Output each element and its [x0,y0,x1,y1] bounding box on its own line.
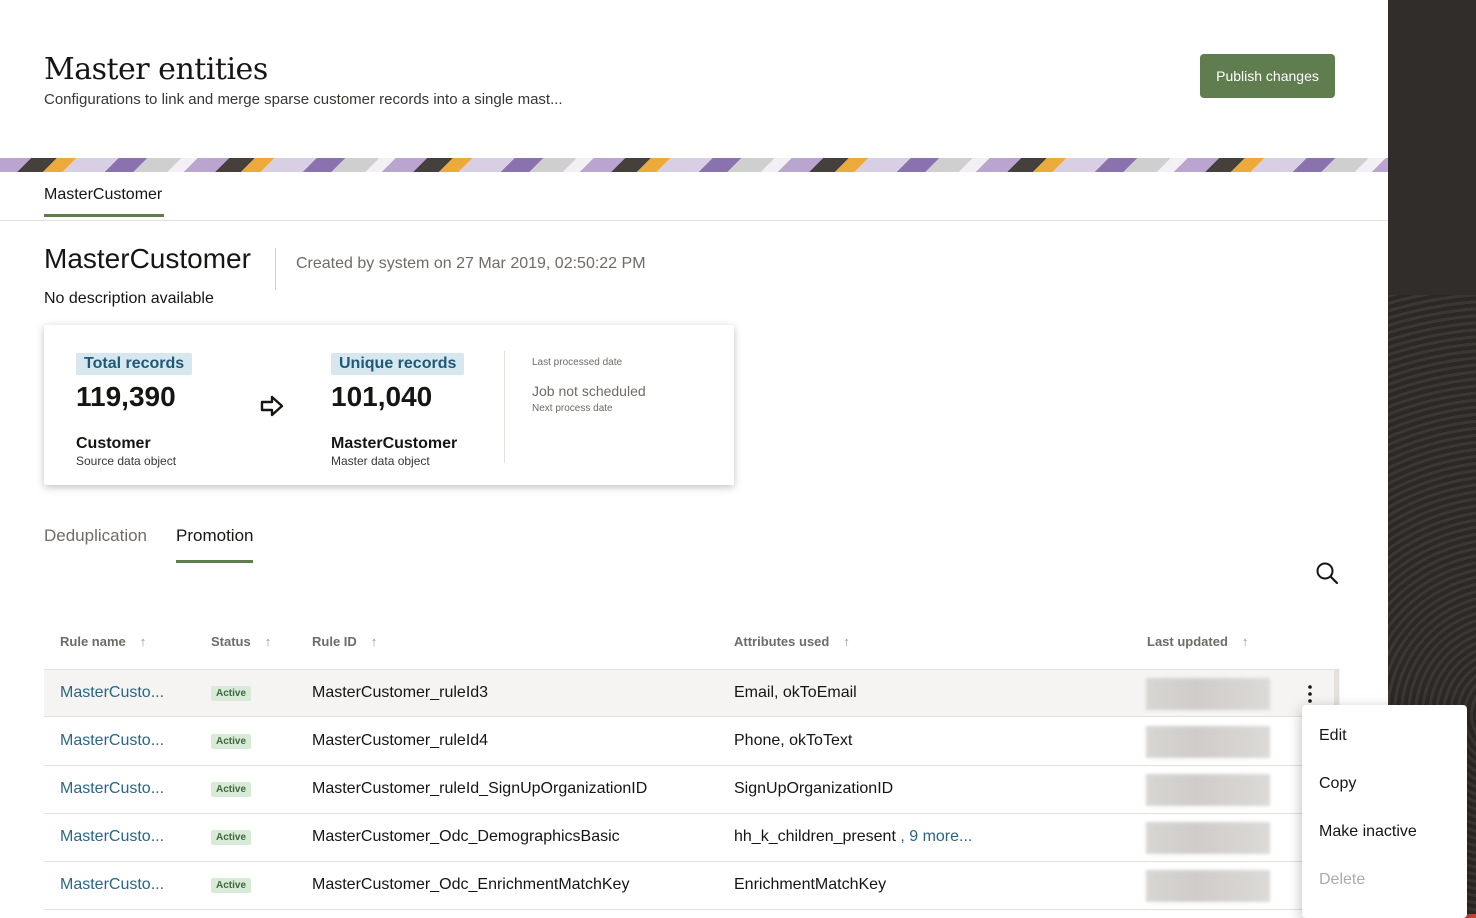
card-divider [504,351,505,463]
source-object-type: Source data object [76,454,177,468]
col-header-label: Rule ID [312,634,357,649]
tab-divider [0,220,1388,221]
master-object-name: MasterCustomer [331,435,458,452]
publish-changes-button[interactable]: Publish changes [1200,54,1335,98]
table-row[interactable]: MasterCusto... Active MasterCustomer_Odc… [44,862,1340,910]
col-header-label: Last updated [1147,634,1228,649]
attributes-text: SignUpOrganizationID [734,780,894,797]
last-updated-blurred [1146,678,1270,710]
entity-name: MasterCustomer [44,243,251,274]
job-status: Job not scheduled [532,383,646,399]
menu-item-edit[interactable]: Edit [1319,727,1347,745]
last-updated-blurred [1146,822,1270,854]
last-updated-blurred [1146,726,1270,758]
status-badge: Active [211,878,252,893]
rule-name-link[interactable]: MasterCusto... [60,876,164,894]
attributes-text: EnrichmentMatchKey [734,876,887,893]
rule-id: MasterCustomer_Odc_DemographicsBasic [312,828,620,845]
header-divider [275,248,276,290]
table-row[interactable]: MasterCusto... Active MasterCustomer_rul… [44,718,1340,766]
attributes-text: Phone, okToText [734,732,853,749]
decorative-banner [0,158,1388,172]
rule-name-link[interactable]: MasterCusto... [60,684,164,702]
sort-arrow-icon[interactable]: ↑ [843,634,850,649]
sort-arrow-icon[interactable]: ↑ [265,634,272,649]
master-object-type: Master data object [331,454,430,468]
search-icon[interactable] [1314,560,1340,586]
status-badge: Active [211,734,252,749]
total-records-label: Total records [76,353,193,375]
next-process-label: Next process date [532,403,613,414]
attributes-used: Email, okToEmail [734,684,857,702]
sort-arrow-icon[interactable]: ↑ [140,634,147,649]
col-header-rule-id[interactable]: Rule ID ↑ [312,634,377,649]
col-header-label: Attributes used [734,634,830,649]
last-updated-blurred [1146,870,1270,902]
rule-id: MasterCustomer_ruleId3 [312,684,489,701]
created-info: Created by system on 27 Mar 2019, 02:50:… [296,255,646,272]
menu-item-copy[interactable]: Copy [1319,775,1356,793]
arrow-right-icon [260,395,284,417]
menu-item-delete: Delete [1319,871,1366,888]
tab-deduplication[interactable]: Deduplication [44,526,147,560]
table-row[interactable]: MasterCusto... Active MasterCustomer_rul… [44,766,1340,814]
row-actions-menu: Edit Copy Make inactive Delete [1302,705,1467,918]
col-header-label: Rule name [60,634,126,649]
col-header-status[interactable]: Status ↑ [211,634,271,649]
status-badge: Active [211,830,252,845]
tab-promotion[interactable]: Promotion [176,526,254,563]
page-title: Master entities [44,52,268,87]
table-row[interactable]: MasterCusto... Active MasterCustomer_Odc… [44,814,1340,862]
page-subtitle: Configurations to link and merge sparse … [44,91,563,108]
sort-arrow-icon[interactable]: ↑ [371,634,378,649]
last-updated-blurred [1146,774,1270,806]
tab-mastercustomer[interactable]: MasterCustomer [44,186,164,217]
attributes-text: Email, okToEmail [734,684,857,701]
rule-id: MasterCustomer_ruleId_SignUpOrganization… [312,780,648,797]
attributes-text: hh_k_children_present [734,828,896,845]
rule-name-link[interactable]: MasterCusto... [60,828,164,846]
unique-records-label: Unique records [331,353,465,375]
more-options-icon[interactable] [1302,682,1318,706]
rule-id: MasterCustomer_Odc_EnrichmentMatchKey [312,876,630,893]
attributes-used: EnrichmentMatchKey [734,876,886,894]
sort-arrow-icon[interactable]: ↑ [1242,634,1249,649]
col-header-rule-name[interactable]: Rule name ↑ [60,634,146,649]
col-header-attributes[interactable]: Attributes used ↑ [734,634,850,649]
attributes-used: SignUpOrganizationID [734,780,893,798]
more-attributes-link[interactable]: , 9 more... [896,828,972,845]
rule-name-link[interactable]: MasterCusto... [60,732,164,750]
attributes-used: Phone, okToText [734,732,852,750]
attributes-used: hh_k_children_present , 9 more... [734,828,972,846]
stats-card: Total records 119,390 Customer Source da… [44,325,734,485]
status-badge: Active [211,686,252,701]
col-header-label: Status [211,634,251,649]
rule-id: MasterCustomer_ruleId4 [312,732,489,749]
col-header-last-updated[interactable]: Last updated ↑ [1147,634,1248,649]
source-object-name: Customer [76,435,151,452]
last-processed-label: Last processed date [532,357,623,368]
entity-description: No description available [44,290,214,307]
table-row[interactable]: MasterCusto... Active MasterCustomer_rul… [44,669,1340,718]
unique-records-value: 101,040 [331,381,433,412]
total-records-value: 119,390 [76,381,176,412]
menu-item-make-inactive[interactable]: Make inactive [1319,823,1417,841]
status-badge: Active [211,782,252,797]
rule-name-link[interactable]: MasterCusto... [60,780,164,798]
main-content: Master entities Configurations to link a… [0,0,1388,918]
